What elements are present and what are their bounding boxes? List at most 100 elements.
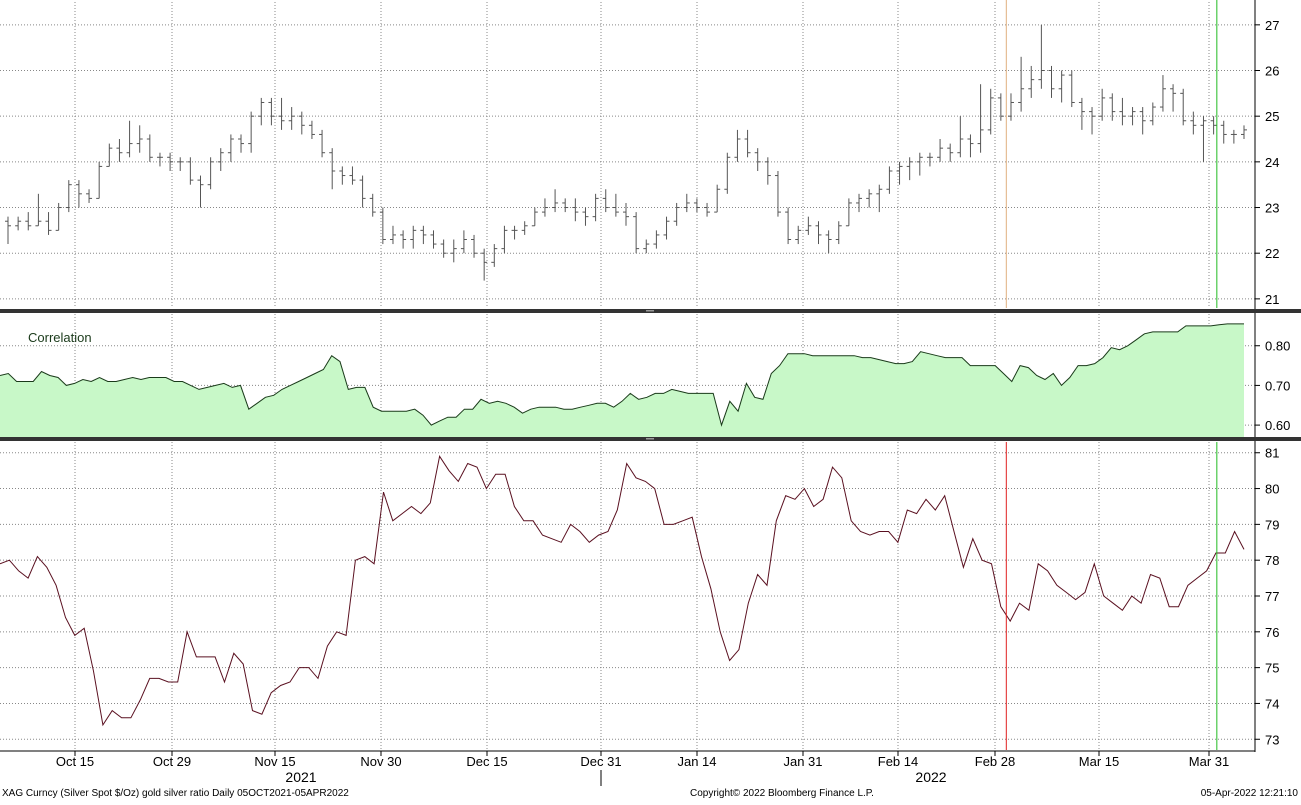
x-tick-label-11: Mar 31 bbox=[1189, 754, 1229, 769]
ohlc-bar bbox=[906, 157, 913, 181]
ohlc-bar bbox=[389, 225, 396, 245]
ohlc-bar bbox=[683, 193, 690, 213]
ohlc-bar bbox=[612, 193, 619, 217]
ohlc-bar bbox=[298, 111, 305, 135]
footer-source: XAG Curncy (Silver Spot $/Oz) gold silve… bbox=[2, 788, 349, 799]
ohlc-bar bbox=[379, 207, 386, 245]
ohlc-bar bbox=[339, 166, 346, 185]
ohlc-bar bbox=[1068, 70, 1075, 108]
ohlc-bar bbox=[663, 216, 670, 240]
x-tick-label-9: Feb 28 bbox=[975, 754, 1015, 769]
ohlc-bar bbox=[308, 120, 315, 140]
divider-grip-bottom bbox=[646, 438, 654, 440]
ohlc-bar bbox=[845, 198, 852, 227]
ohlc-bar bbox=[947, 143, 954, 162]
ohlc-bar bbox=[785, 207, 792, 245]
ohlc-bar bbox=[349, 166, 356, 185]
ohlc-bar bbox=[55, 202, 62, 231]
y-tick-label-bottom-3: 76 bbox=[1265, 625, 1279, 640]
y-tick-label-top-5: 26 bbox=[1265, 64, 1279, 79]
ohlc-bar bbox=[1230, 129, 1237, 144]
ohlc-bar bbox=[25, 212, 32, 231]
correlation-area bbox=[0, 323, 1244, 437]
ohlc-bar bbox=[440, 239, 447, 258]
ohlc-bar bbox=[1190, 111, 1197, 135]
ohlc-bar bbox=[227, 134, 234, 162]
ohlc-bar bbox=[582, 207, 589, 226]
ohlc-bar bbox=[916, 152, 923, 176]
ohlc-bar bbox=[400, 230, 407, 249]
ohlc-bar bbox=[531, 207, 538, 227]
x-tick-label-1: Oct 29 bbox=[153, 754, 191, 769]
ohlc-bar bbox=[734, 129, 741, 162]
ohlc-bar bbox=[1170, 84, 1177, 112]
ohlc-bar bbox=[1038, 24, 1045, 89]
ohlc-bar bbox=[1139, 107, 1146, 135]
ohlc-bar bbox=[116, 139, 123, 162]
y-tick-label-middle-0: 0.60 bbox=[1265, 418, 1290, 433]
y-tick-label-top-4: 25 bbox=[1265, 109, 1279, 124]
ohlc-bar bbox=[1159, 75, 1166, 112]
ohlc-bar bbox=[288, 107, 295, 130]
year-label-2021: 2021 bbox=[285, 769, 316, 785]
x-tick-label-4: Dec 15 bbox=[466, 754, 507, 769]
ohlc-bar bbox=[146, 134, 153, 162]
ohlc-bar bbox=[511, 225, 518, 240]
ohlc-bar bbox=[572, 198, 579, 222]
ohlc-bar bbox=[1149, 102, 1156, 126]
ohlc-bar bbox=[856, 193, 863, 213]
ohlc-bar bbox=[126, 120, 133, 158]
ohlc-bar bbox=[886, 166, 893, 194]
ohlc-bar bbox=[65, 180, 72, 213]
ohlc-bar bbox=[35, 193, 42, 227]
chart-svg: Correlation 21 22 23 24 25 26 27 0.60 0.70 0.80 73… bbox=[0, 0, 1301, 799]
ohlc-bar bbox=[268, 97, 275, 126]
ohlc-bar bbox=[926, 152, 933, 167]
ohlc-bar bbox=[623, 202, 629, 226]
ohlc-bar bbox=[795, 225, 802, 245]
ohlc-bar bbox=[653, 230, 660, 249]
y-tick-label-middle-1: 0.70 bbox=[1265, 378, 1290, 393]
ohlc-bar bbox=[359, 175, 366, 208]
x-tick-label-3: Nov 30 bbox=[360, 754, 401, 769]
x-tick-label-7: Jan 31 bbox=[783, 754, 822, 769]
ohlc-bar bbox=[957, 116, 964, 158]
y-tick-label-top-3: 24 bbox=[1265, 155, 1279, 170]
ohlc-bar bbox=[643, 239, 650, 254]
ohlc-bar bbox=[562, 198, 569, 213]
ohlc-bar bbox=[217, 148, 224, 171]
ohlc-bar bbox=[420, 225, 427, 245]
y-tick-label-bottom-6: 79 bbox=[1265, 517, 1279, 532]
ohlc-bar bbox=[471, 234, 478, 258]
ohlc-bar bbox=[75, 180, 82, 208]
y-tick-label-bottom-0: 73 bbox=[1265, 732, 1279, 747]
y-tick-label-bottom-4: 77 bbox=[1265, 589, 1279, 604]
ohlc-bar bbox=[937, 139, 944, 162]
ohlc-bar bbox=[1058, 70, 1065, 103]
ohlc-bar bbox=[410, 225, 417, 249]
ohlc-bar bbox=[329, 148, 336, 190]
ohlc-bar bbox=[896, 161, 903, 185]
ohlc-bar bbox=[136, 125, 143, 153]
correlation-title: Correlation bbox=[28, 330, 92, 345]
ohlc-bar bbox=[805, 216, 812, 235]
ohlc-bar bbox=[774, 170, 781, 217]
ohlc-bar bbox=[278, 97, 285, 130]
y-tick-label-bottom-5: 78 bbox=[1265, 553, 1279, 568]
ohlc-bar bbox=[693, 198, 700, 213]
ohlc-bar bbox=[501, 225, 508, 254]
ohlc-bar bbox=[1089, 107, 1096, 135]
y-tick-label-top-2: 23 bbox=[1265, 201, 1279, 216]
x-tick-label-2: Nov 15 bbox=[254, 754, 295, 769]
ohlc-bar bbox=[197, 175, 204, 208]
ohlc-bar bbox=[876, 184, 883, 213]
ohlc-bar bbox=[86, 189, 93, 203]
ohlc-bar bbox=[430, 230, 437, 249]
y-tick-label-top-1: 22 bbox=[1265, 246, 1279, 261]
ohlc-bar bbox=[96, 161, 103, 199]
ohlc-bar bbox=[177, 157, 184, 171]
ohlc-bar bbox=[835, 221, 842, 245]
ohlc-bar bbox=[714, 184, 721, 213]
x-tick-label-0: Oct 15 bbox=[56, 754, 94, 769]
ohlc-bar bbox=[744, 129, 751, 158]
